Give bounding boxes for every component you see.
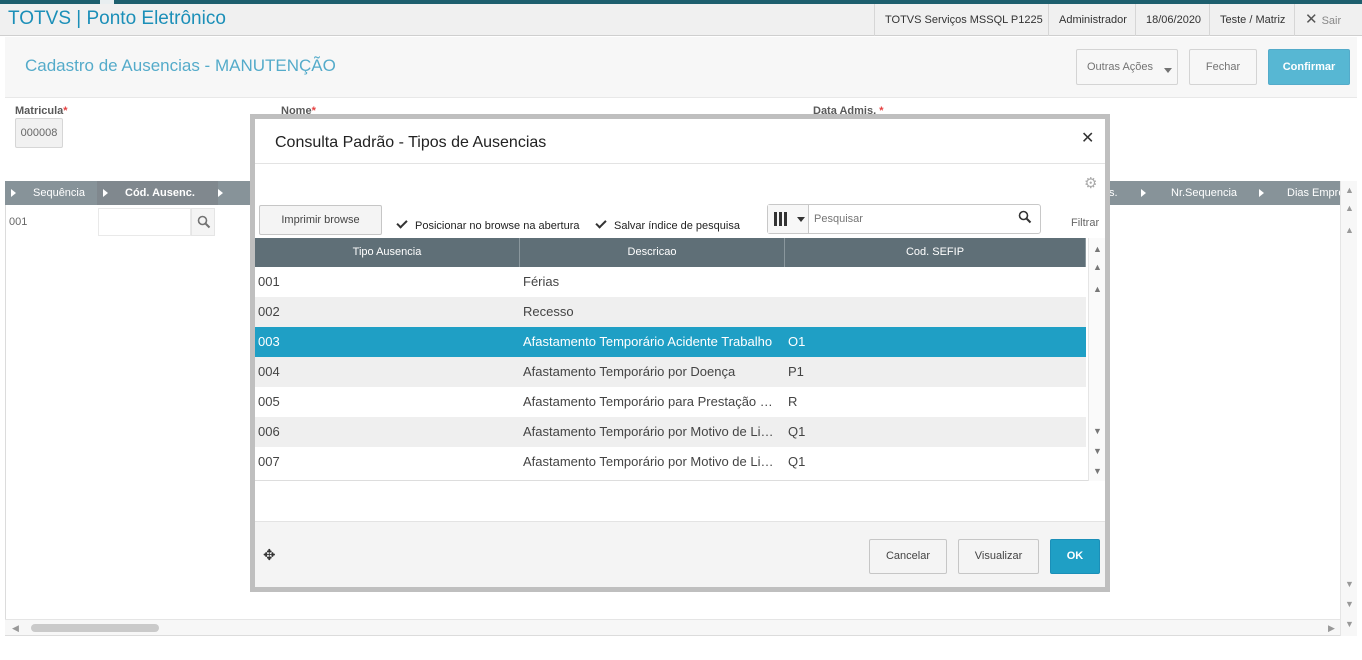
branch-label[interactable]: Teste / Matriz [1209,4,1295,36]
cell-cod-sefip: Q1 [788,424,806,439]
cell-descricao: Afastamento Temporário para Prestação de… [523,394,779,409]
cell-cod-sefip: P1 [788,364,804,379]
cell-tipo-ausencia: 006 [258,424,280,439]
search-input[interactable] [814,210,1004,228]
cell-tipo-ausencia: 001 [258,274,280,289]
cell-descricao: Afastamento Temporário por Doença [523,364,736,379]
scroll-down-icon[interactable]: ▼ [1089,426,1106,436]
lookup-dialog-body: Consulta Padrão - Tipos de Ausencias ✕ ⚙… [255,119,1105,587]
chevron-down-icon [797,217,805,222]
table-row[interactable]: 004 Afastamento Temporário por Doença P1 [255,357,1086,387]
move-icon[interactable]: ✥ [263,546,276,564]
cell-descricao: Afastamento Temporário por Motivo de Lic… [523,424,779,439]
col-cod-sefip[interactable]: Cod. SEFIP [785,238,1086,267]
cancel-button[interactable]: Cancelar [869,539,947,574]
scroll-page-up-icon[interactable]: ▲ [1089,262,1106,272]
table-row[interactable]: 001 Férias [255,267,1086,297]
dialog-footer: ✥ Cancelar Visualizar OK [255,521,1105,587]
cell-tipo-ausencia: 004 [258,364,280,379]
print-browse-button[interactable]: Imprimir browse [259,205,382,235]
absence-types-table: Tipo Ausencia Descricao Cod. SEFIP 001 Fé… [255,238,1088,481]
cell-descricao: Afastamento Temporário Acidente Trabalho [523,334,773,349]
cell-tipo-ausencia: 007 [258,454,280,469]
checkbox-checked-icon [396,218,409,231]
filter-link[interactable]: Filtrar [1071,217,1099,229]
cell-descricao: Afastamento Temporário por Motivo de Lic… [523,454,779,469]
environment-label: TOTVS Serviços MSSQL P1225 [874,4,1053,36]
cell-tipo-ausencia: 002 [258,304,280,319]
close-icon: ✕ [1305,11,1318,28]
title-divider [255,163,1105,164]
date-label: 18/06/2020 [1135,4,1211,36]
exit-label: Sair [1321,15,1342,27]
columns-icon [774,212,787,226]
scroll-page-down-icon[interactable]: ▼ [1089,446,1106,456]
dialog-close-icon[interactable]: ✕ [1081,128,1094,148]
cell-cod-sefip: O1 [788,334,806,349]
gear-icon[interactable]: ⚙ [1084,174,1097,192]
table-row[interactable]: 005 Afastamento Temporário para Prestação… [255,387,1086,417]
table-row[interactable]: 006 Afastamento Temporário por Motivo de … [255,417,1086,447]
save-index-checkbox[interactable]: Salvar índice de pesquisa [595,218,740,232]
table-row[interactable]: 007 Afastamento Temporário por Motivo de … [255,447,1086,477]
app-header: TOTVS | Ponto Eletrônico TOTVS Serviços … [0,4,1362,36]
search-columns-button[interactable] [768,205,809,233]
user-label: Administrador [1048,4,1137,36]
scroll-bottom-icon[interactable]: ▼ [1089,466,1106,476]
save-index-label: Salvar índice de pesquisa [614,220,740,232]
lookup-dialog: Consulta Padrão - Tipos de Ausencias ✕ ⚙… [250,114,1110,592]
scroll-top-icon[interactable]: ▲ [1089,244,1106,254]
table-vertical-scrollbar[interactable]: ▲ ▲ ▲ ▼ ▼ ▼ [1088,238,1105,481]
table-row[interactable]: 002 Recesso [255,297,1086,327]
cell-cod-sefip: Q1 [788,454,806,469]
cell-cod-sefip: R [788,394,798,409]
search-box [767,204,1041,234]
col-tipo-ausencia[interactable]: Tipo Ausencia [255,238,520,267]
checkbox-checked-icon [595,218,608,231]
cell-tipo-ausencia: 005 [258,394,280,409]
view-button[interactable]: Visualizar [958,539,1039,574]
exit-button[interactable]: ✕ Sair [1294,4,1351,36]
dialog-title: Consulta Padrão - Tipos de Ausencias [275,134,547,151]
position-on-open-label: Posicionar no browse na abertura [415,220,580,232]
cell-descricao: Recesso [523,304,574,319]
table-header: Tipo Ausencia Descricao Cod. SEFIP [255,238,1086,267]
search-icon[interactable] [1018,210,1032,224]
cell-descricao: Férias [523,274,560,289]
position-on-open-checkbox[interactable]: Posicionar no browse na abertura [396,218,579,232]
col-descricao[interactable]: Descricao [520,238,785,267]
cell-tipo-ausencia: 003 [258,334,280,349]
ok-button[interactable]: OK [1050,539,1100,574]
table-row[interactable]: 003 Afastamento Temporário Acidente Traba… [255,327,1086,357]
scroll-up-icon[interactable]: ▲ [1089,284,1106,294]
app-title: TOTVS | Ponto Eletrônico [8,8,226,29]
